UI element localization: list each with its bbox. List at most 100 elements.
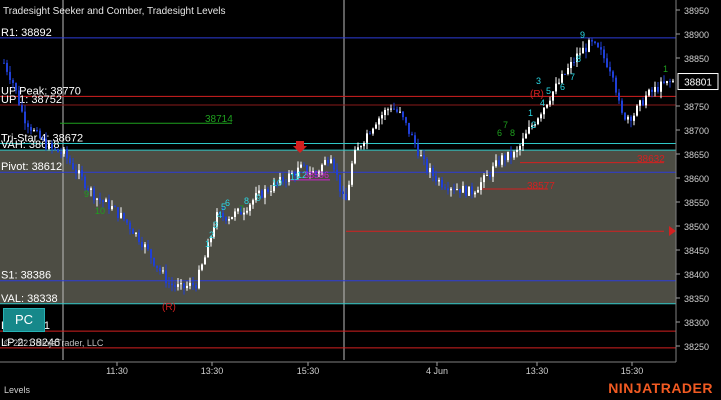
price-bar-body: [501, 155, 503, 165]
price-bar-body: [189, 282, 191, 286]
price-bar-body: [39, 130, 41, 139]
price-bar-body: [126, 219, 128, 223]
price-bar-body: [600, 47, 602, 50]
price-bar-body: [141, 241, 143, 248]
price-bar-body: [120, 212, 122, 218]
price-bar-body: [636, 105, 638, 116]
price-bar-body: [93, 188, 95, 200]
stop-value-label: 38577: [527, 181, 555, 192]
price-bar-body: [633, 115, 635, 121]
price-bar-body: [441, 179, 443, 188]
price-bar-body: [624, 112, 626, 120]
price-bar-body: [447, 188, 449, 191]
price-bar-body: [369, 133, 371, 135]
price-bar-body: [393, 108, 395, 110]
price-bar-body: [108, 199, 110, 210]
price-bar-body: [498, 160, 500, 165]
price-bar-body: [630, 116, 632, 121]
price-bar-body: [171, 283, 173, 286]
setup-count-label: 9: [580, 30, 585, 40]
price-bar-body: [462, 185, 464, 193]
price-bar-body: [450, 188, 452, 191]
price-bar-body: [480, 182, 482, 190]
price-bar-body: [414, 135, 416, 145]
price-bar-body: [60, 152, 62, 154]
price-bar-body: [327, 159, 329, 164]
price-bar-body: [339, 174, 341, 192]
setup-count-label: 2: [209, 230, 214, 240]
price-bar-body: [51, 143, 53, 149]
price-bar-body: [483, 175, 485, 183]
price-bar-body: [444, 187, 446, 189]
price-tick-label: 38450: [684, 246, 709, 256]
price-bar-body: [165, 270, 167, 284]
time-tick-label: 13:30: [201, 366, 224, 376]
price-bar-body: [66, 149, 68, 159]
price-bar-body: [69, 158, 71, 163]
price-bar-body: [78, 170, 80, 174]
price-bar-body: [252, 200, 254, 205]
price-bar-body: [246, 210, 248, 213]
time-tick-label: 4 Jun: [426, 366, 448, 376]
price-bar-body: [156, 265, 158, 268]
setup-count-label: 8: [576, 54, 581, 64]
price-tick-label: 38650: [684, 150, 709, 160]
last-price-label: 38801: [684, 78, 712, 89]
price-bar-body: [234, 211, 236, 217]
price-bar-body: [90, 188, 92, 190]
reversal-marker-label: (R): [162, 302, 176, 313]
price-bar-body: [363, 142, 365, 147]
price-bar-body: [72, 162, 74, 170]
price-bar-body: [399, 111, 401, 113]
price-bar-body: [492, 166, 494, 177]
setup-count-label: 6: [497, 128, 502, 138]
price-bar-body: [543, 107, 545, 115]
price-bar-body: [381, 115, 383, 119]
price-tick-label: 38550: [684, 198, 709, 208]
price-bar-body: [18, 90, 20, 105]
price-bar-body: [192, 282, 194, 286]
time-tick-label: 15:30: [621, 366, 644, 376]
price-bar-body: [453, 188, 455, 190]
price-bar-body: [357, 147, 359, 151]
reversal-marker-label: (R): [530, 89, 544, 100]
price-bar-body: [597, 43, 599, 48]
price-bar-body: [249, 204, 251, 211]
setup-count-label: 1: [663, 64, 668, 74]
price-bar-body: [564, 73, 566, 75]
price-chart[interactable]: R1: 38892UP Peak: 38770UP 1: 38752Tri-St…: [0, 0, 721, 400]
price-bar-body: [618, 92, 620, 101]
price-bar-body: [468, 186, 470, 196]
price-bar-body: [516, 150, 518, 152]
price-bar-body: [375, 124, 377, 129]
price-bar-body: [588, 40, 590, 52]
price-bar-body: [99, 198, 101, 201]
price-bar-body: [639, 100, 641, 106]
price-bar-body: [459, 189, 461, 193]
copyright-text: © 2021 NinjaTrader, LLC: [4, 338, 104, 348]
price-bar-body: [123, 212, 125, 220]
price-bar-body: [615, 77, 617, 93]
setup-count-label: 7: [503, 120, 508, 130]
price-bar-body: [525, 133, 527, 139]
price-bar-body: [609, 67, 611, 72]
pc-button[interactable]: PC: [3, 308, 45, 332]
price-bar-body: [570, 61, 572, 68]
price-bar-body: [75, 169, 77, 174]
price-bar-body: [504, 155, 506, 161]
setup-count-label: 9: [256, 193, 261, 203]
price-bar-body: [267, 189, 269, 192]
price-bar-body: [102, 200, 104, 203]
price-bar-body: [9, 71, 11, 81]
setup-count-label: 2: [531, 120, 536, 130]
price-bar-body: [594, 41, 596, 44]
price-bar-body: [111, 206, 113, 210]
setup-count-label: 8: [510, 128, 515, 138]
price-bar-body: [285, 181, 287, 183]
time-tick-label: 13:30: [526, 366, 549, 376]
price-bar-body: [402, 111, 404, 118]
price-bar-body: [477, 189, 479, 193]
price-bar-body: [132, 229, 134, 234]
price-bar-body: [36, 130, 38, 132]
price-bar-body: [84, 176, 86, 189]
